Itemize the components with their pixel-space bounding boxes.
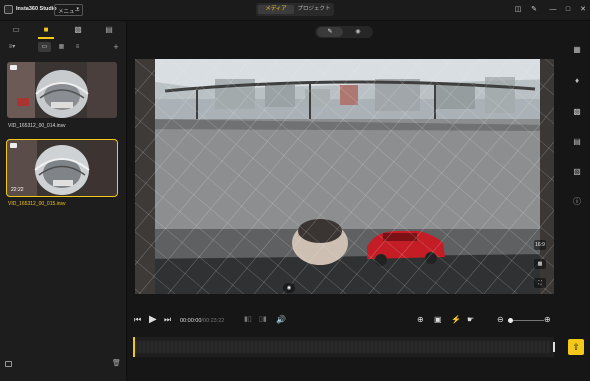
minimize-icon[interactable]: — — [548, 5, 558, 15]
fullscreen-icon[interactable]: ⛶ — [534, 278, 546, 288]
run-icon[interactable]: ☛ — [467, 314, 474, 326]
layers-icon[interactable]: ▧ — [572, 167, 582, 177]
tab-media[interactable]: メディア — [258, 5, 294, 14]
camera-settings-icon[interactable]: ▦ — [572, 45, 582, 55]
time-display: 00:00:00/00:23:22 — [180, 315, 224, 327]
feedback-icon[interactable]: ✎ — [529, 5, 539, 15]
folder-icon[interactable]: ■ — [40, 24, 52, 36]
360-badge-icon — [10, 143, 17, 148]
video-preview[interactable]: 16:9 ▩ ⛶ ◉ — [135, 59, 554, 294]
add-keyframe-icon[interactable]: ⊕ — [417, 314, 424, 326]
maximize-icon[interactable]: □ — [563, 5, 573, 15]
media-thumbnail-1[interactable] — [7, 62, 117, 118]
sidebar-tabs: ▭ ■ ▩ ▤ — [0, 21, 126, 39]
grid-view-icon[interactable]: ▦ — [56, 42, 67, 52]
current-time: 00:00:00 — [180, 318, 202, 324]
tab-project[interactable]: プロジェクト — [296, 5, 332, 14]
view-toggle: ✎ ◉ — [315, 26, 373, 38]
preview-image — [135, 59, 554, 294]
puzzle-icon[interactable]: ♦ — [572, 76, 582, 86]
export-button[interactable]: ⇧ — [568, 339, 584, 355]
mark-out-icon[interactable]: ▯▮ — [259, 314, 267, 326]
media-thumbnail-2[interactable]: 22:22 — [6, 139, 118, 197]
edit-view-icon[interactable]: ✎ — [317, 27, 343, 37]
volume-icon[interactable]: 🔊 — [276, 314, 286, 326]
add-icon[interactable]: + — [111, 42, 121, 52]
media-filename-1: VID_165312_00_014.insv — [8, 123, 66, 129]
360-badge-icon — [10, 65, 17, 70]
zoom-out-icon[interactable]: ⊖ — [497, 314, 504, 326]
mark-in-icon[interactable]: ▮▯ — [244, 314, 252, 326]
skip-forward-icon[interactable]: ⏭ — [164, 314, 171, 326]
export-frame-icon[interactable]: ▩ — [572, 107, 582, 117]
active-tab-indicator — [38, 37, 54, 39]
thumbnail-image — [7, 62, 117, 118]
play-icon[interactable]: ▶ — [149, 314, 157, 326]
total-time: /00:23:22 — [201, 318, 225, 324]
gimbal-icon[interactable]: ◉ — [283, 283, 295, 293]
media-sidebar: ▭ ■ ▩ ▤ ≡▾ ▭ ▦ ≡ + VID_165312_00_014.ins… — [0, 21, 127, 381]
timeline-track[interactable] — [133, 337, 555, 357]
trash-icon[interactable]: 🗑 — [112, 359, 121, 367]
app-logo-icon — [4, 5, 13, 14]
close-icon[interactable]: ✕ — [578, 5, 588, 15]
playhead[interactable] — [133, 337, 135, 357]
picture-in-picture-icon[interactable]: ▩ — [534, 259, 546, 269]
sidebar-toolbar: ≡▾ ▭ ▦ ≡ + — [0, 42, 126, 54]
zoom-slider[interactable] — [508, 320, 544, 321]
list-view-icon[interactable]: ≡ — [72, 42, 83, 52]
collapse-panel-icon[interactable] — [5, 361, 12, 367]
menu-button[interactable]: メニュー ▾ — [54, 4, 83, 16]
camera-icon[interactable]: ▭ — [10, 24, 22, 36]
info-icon[interactable]: ⓘ — [572, 197, 582, 207]
large-thumbnail-view-icon[interactable]: ▭ — [38, 42, 51, 52]
media-filename-2: VID_165312_00_015.insv — [8, 201, 66, 207]
playback-controls: ⏮ ▶ ⏭ 00:00:00/00:23:22 ▮▯ ▯▮ 🔊 ⊕ ▣ ⚡ ☛ … — [126, 312, 590, 330]
timeline-strip — [135, 341, 551, 353]
timeline-end-marker[interactable] — [553, 342, 555, 352]
subtitle-icon[interactable]: ▤ — [572, 137, 582, 147]
skip-back-icon[interactable]: ⏮ — [134, 314, 141, 326]
sort-icon[interactable]: ≡▾ — [5, 42, 19, 52]
media-duration-2: 22:22 — [11, 187, 24, 193]
zoom-in-icon[interactable]: ⊕ — [544, 314, 551, 326]
chevron-down-icon: ▾ — [76, 6, 79, 12]
title-bar: Insta360 Studio メニュー ▾ メディア プロジェクト ◫ ✎ —… — [0, 0, 590, 21]
ai-frame-icon[interactable]: ▣ — [434, 314, 442, 326]
book-icon[interactable]: ◫ — [513, 5, 523, 15]
zoom-slider-handle[interactable] — [508, 318, 513, 323]
mode-switch: メディア プロジェクト — [256, 3, 334, 16]
edit-list-icon[interactable]: ▤ — [103, 24, 115, 36]
flash-icon[interactable]: ⚡ — [451, 314, 461, 326]
import-folder-icon[interactable]: ▩ — [72, 24, 84, 36]
app-name: Insta360 Studio — [16, 6, 57, 12]
preview-eye-icon[interactable]: ◉ — [345, 27, 371, 37]
aspect-ratio-button[interactable]: 16:9 — [534, 240, 546, 250]
